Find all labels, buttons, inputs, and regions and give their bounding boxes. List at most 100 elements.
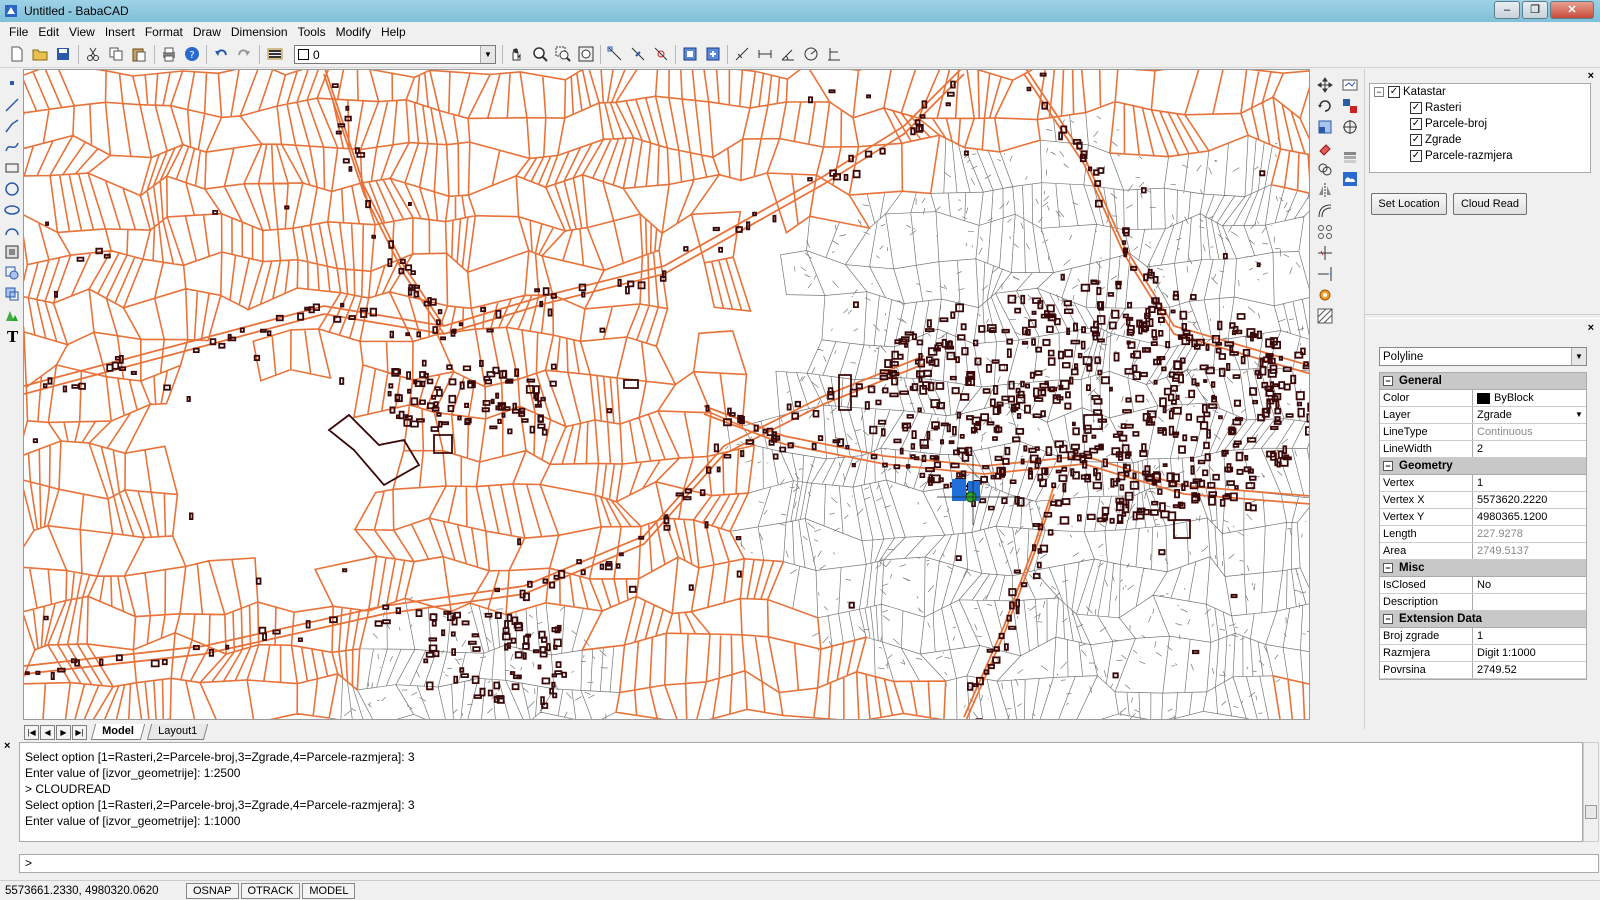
prop-linewidth[interactable]: LineWidth 2 — [1380, 441, 1586, 458]
menu-insert[interactable]: Insert — [100, 25, 140, 39]
prev-tab-icon[interactable]: ◀ — [40, 724, 55, 740]
prop-broj-zgrade[interactable]: Broj zgrade 1 — [1380, 628, 1586, 645]
prop-povrsina[interactable]: Povrsina 2749.52 — [1380, 662, 1586, 679]
paste-icon[interactable] — [130, 45, 148, 63]
close-icon[interactable]: × — [4, 740, 10, 752]
close-button[interactable]: ✕ — [1550, 1, 1594, 19]
chevron-down-icon[interactable]: ▼ — [1571, 348, 1586, 365]
dimension-radius-icon[interactable] — [802, 45, 820, 63]
prop-color[interactable]: Color ByBlock — [1380, 390, 1586, 407]
category-extension-data[interactable]: − Extension Data — [1380, 611, 1586, 628]
tab-model[interactable]: Model — [90, 724, 145, 740]
model-toggle[interactable]: MODEL — [302, 882, 356, 899]
checkbox-zgrade[interactable]: ✓ — [1410, 134, 1422, 146]
zoom-window-icon[interactable] — [554, 45, 572, 63]
prop-layer[interactable]: Layer Zgrade ▼ — [1380, 407, 1586, 424]
dimension-aligned-icon[interactable] — [733, 45, 751, 63]
dimension-linear-icon[interactable] — [756, 45, 774, 63]
prop-linetype[interactable]: LineType Continuous — [1380, 424, 1586, 441]
close-icon[interactable]: × — [1588, 322, 1594, 334]
open-folder-icon[interactable] — [31, 45, 49, 63]
prop-value[interactable] — [1473, 594, 1586, 610]
snap-endpoint-icon[interactable] — [606, 45, 624, 63]
menu-format[interactable]: Format — [140, 25, 188, 39]
ellipse-icon[interactable] — [2, 200, 21, 219]
prop-length[interactable]: Length 227.9278 — [1380, 526, 1586, 543]
mirror-icon[interactable] — [1315, 180, 1335, 200]
checkbox-rasteri[interactable]: ✓ — [1410, 102, 1422, 114]
snap-midpoint-icon[interactable] — [629, 45, 647, 63]
category-geometry[interactable]: − Geometry — [1380, 458, 1586, 475]
chevron-down-icon[interactable]: ▼ — [480, 46, 495, 63]
osnap-toggle[interactable]: OSNAP — [186, 882, 239, 899]
collapse-icon[interactable]: − — [1383, 563, 1393, 573]
prop-razmjera[interactable]: Razmjera Digit 1:1000 — [1380, 645, 1586, 662]
pan-icon[interactable] — [508, 45, 526, 63]
prop-vertex[interactable]: Vertex 1 — [1380, 475, 1586, 492]
text-icon[interactable]: T — [2, 326, 21, 345]
menu-file[interactable]: File — [4, 25, 33, 39]
command-scrollbar[interactable] — [1583, 742, 1599, 842]
menu-draw[interactable]: Draw — [188, 25, 226, 39]
cloud-icon[interactable] — [1340, 169, 1360, 189]
minimize-button[interactable]: ‒ — [1494, 1, 1520, 19]
line-icon[interactable] — [2, 95, 21, 114]
copy-objects-icon[interactable] — [1315, 159, 1335, 179]
spline-icon[interactable] — [2, 137, 21, 156]
help-icon[interactable]: ? — [183, 45, 201, 63]
extend-icon[interactable] — [1315, 264, 1335, 284]
menu-tools[interactable]: Tools — [293, 25, 331, 39]
collapse-icon[interactable]: − — [1383, 614, 1393, 624]
menu-view[interactable]: View — [64, 25, 100, 39]
first-tab-icon[interactable]: |◀ — [24, 724, 39, 740]
erase-icon[interactable] — [1315, 138, 1335, 158]
arc-icon[interactable] — [2, 221, 21, 240]
collapse-icon[interactable]: − — [1383, 376, 1393, 386]
polyline-icon[interactable] — [2, 116, 21, 135]
circle-icon[interactable] — [2, 179, 21, 198]
edit-text-icon[interactable] — [1340, 75, 1360, 95]
checkbox-katastar[interactable]: ✓ — [1388, 86, 1400, 98]
prop-description[interactable]: Description — [1380, 594, 1586, 611]
target-icon[interactable] — [1340, 117, 1360, 137]
region-icon[interactable] — [2, 263, 21, 282]
checkbox-parcele-razmjera[interactable]: ✓ — [1410, 150, 1422, 162]
layer-select[interactable]: 0 ▼ — [294, 45, 496, 64]
menu-edit[interactable]: Edit — [33, 25, 64, 39]
close-icon[interactable]: × — [1588, 70, 1594, 82]
menu-dimension[interactable]: Dimension — [226, 25, 293, 39]
array-icon[interactable] — [1315, 222, 1335, 242]
collapse-icon[interactable]: − — [1374, 87, 1384, 97]
prop-vertex-x[interactable]: Vertex X 5573620.2220 — [1380, 492, 1586, 509]
layers-icon[interactable] — [266, 45, 284, 63]
redo-icon[interactable] — [235, 45, 253, 63]
layer-manager-icon[interactable] — [1340, 148, 1360, 168]
chevron-down-icon[interactable]: ▼ — [1572, 407, 1586, 423]
prop-isclosed[interactable]: IsClosed No — [1380, 577, 1586, 594]
tree-item-rasteri[interactable]: ✓ Rasteri — [1410, 102, 1461, 114]
properties-icon[interactable] — [1340, 96, 1360, 116]
hatch-icon[interactable] — [2, 242, 21, 261]
zoom-extents-icon[interactable] — [577, 45, 595, 63]
copy-icon[interactable] — [107, 45, 125, 63]
prop-area[interactable]: Area 2749.5137 — [1380, 543, 1586, 560]
last-tab-icon[interactable]: ▶| — [72, 724, 87, 740]
next-tab-icon[interactable]: ▶ — [56, 724, 71, 740]
break-icon[interactable] — [1315, 306, 1335, 326]
dimension-angular-icon[interactable] — [779, 45, 797, 63]
entity-type-select[interactable]: Polyline ▼ — [1379, 347, 1587, 366]
move-icon[interactable] — [1315, 75, 1335, 95]
save-icon[interactable] — [54, 45, 72, 63]
new-file-icon[interactable] — [8, 45, 26, 63]
menu-help[interactable]: Help — [376, 25, 411, 39]
command-input[interactable]: > — [19, 854, 1599, 873]
image-insert-icon[interactable] — [2, 305, 21, 324]
block-insert-icon[interactable] — [681, 45, 699, 63]
tree-root[interactable]: − ✓ Katastar — [1374, 86, 1446, 98]
panel-splitter[interactable] — [1365, 314, 1600, 319]
snap-nearest-icon[interactable] — [652, 45, 670, 63]
explode-icon[interactable] — [1315, 285, 1335, 305]
offset-icon[interactable] — [1315, 201, 1335, 221]
maximize-button[interactable]: ❐ — [1522, 1, 1548, 19]
checkbox-parcele-broj[interactable]: ✓ — [1410, 118, 1422, 130]
